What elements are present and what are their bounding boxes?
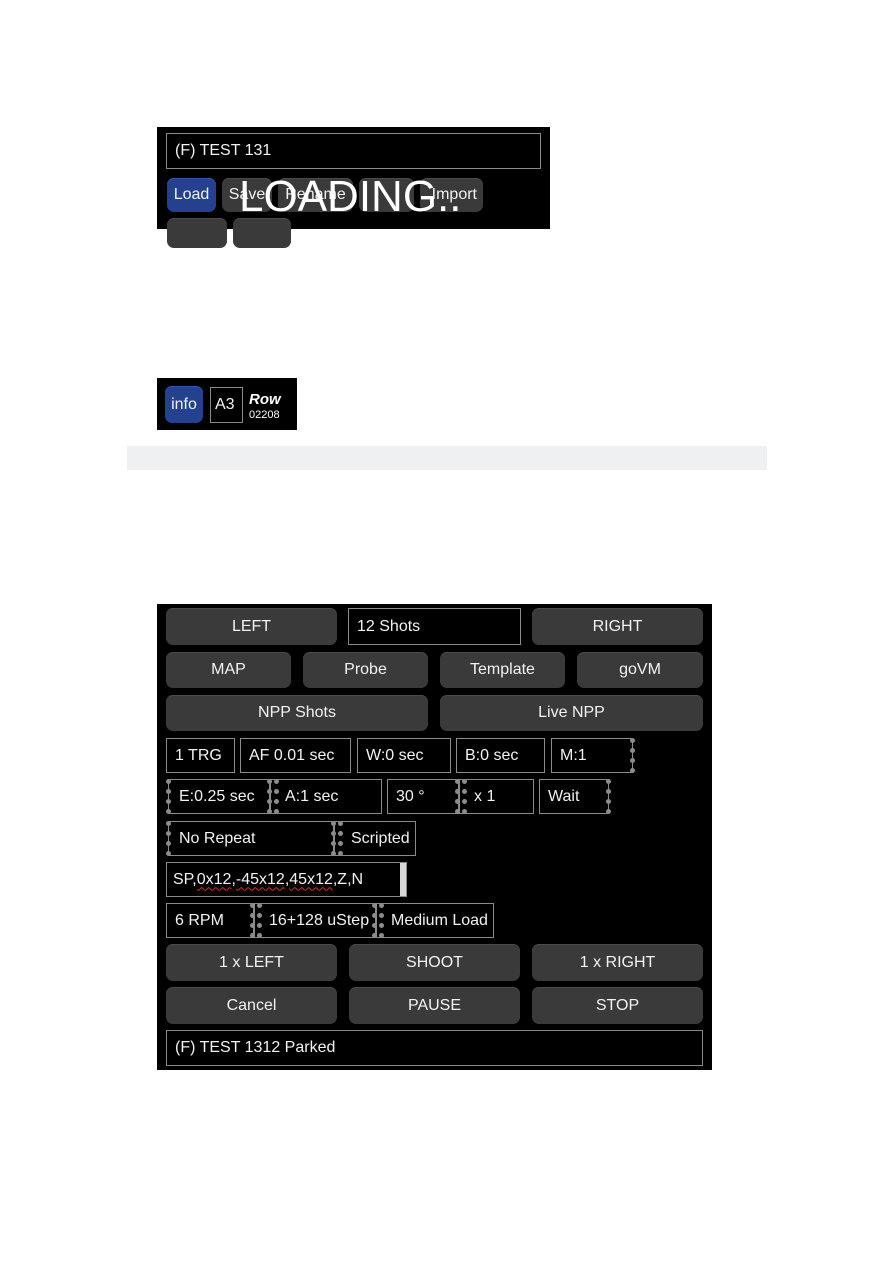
mode-drag-handle[interactable]	[630, 738, 636, 773]
pause-button[interactable]: PAUSE	[349, 987, 520, 1024]
microstep-load-drag-handle[interactable]	[372, 903, 384, 938]
filename-text: (F) TEST 131	[175, 142, 272, 159]
cancel-label: Cancel	[226, 996, 277, 1014]
trigger-field[interactable]: 1 TRG	[166, 738, 235, 773]
wait-time-field[interactable]: W:0 sec	[357, 738, 451, 773]
microstep-value: 16+128 uStep	[269, 911, 370, 929]
status-field: (F) TEST 1312 Parked	[166, 1030, 703, 1066]
speed-microstep-drag-handle[interactable]	[250, 903, 262, 938]
mode-value: M:1	[560, 746, 587, 764]
row-value: 02208	[249, 409, 280, 421]
control-panel: LEFT 12 Shots RIGHT MAP Probe Template g…	[157, 604, 712, 1070]
angle-field[interactable]: 30 °	[387, 779, 459, 814]
script-part-2: -45x12	[235, 870, 285, 888]
shots-field[interactable]: 12 Shots	[348, 608, 521, 645]
right-label: RIGHT	[592, 617, 643, 635]
left-button[interactable]: LEFT	[166, 608, 337, 645]
pause-label: PAUSE	[407, 996, 462, 1014]
exposure-drag-handle-left[interactable]	[166, 779, 172, 814]
stop-button[interactable]: STOP	[532, 987, 703, 1024]
shoot-button[interactable]: SHOOT	[349, 944, 520, 981]
info-panel: info A3 Row 02208	[157, 378, 297, 430]
multiplier-value: x 1	[474, 787, 496, 805]
right-button[interactable]: RIGHT	[532, 608, 703, 645]
cell-field[interactable]: A3	[210, 387, 243, 423]
step-right-button[interactable]: 1 x RIGHT	[532, 944, 703, 981]
status-text: (F) TEST 1312 Parked	[175, 1039, 336, 1056]
af-field[interactable]: AF 0.01 sec	[240, 738, 351, 773]
file-panel: (F) TEST 131 Load Save Rename Import LOA…	[157, 127, 550, 248]
live-npp-button[interactable]: Live NPP	[440, 695, 703, 731]
type-value: Scripted	[351, 829, 410, 847]
loading-overlay: LOADING..	[239, 172, 462, 221]
shoot-label: SHOOT	[406, 953, 463, 971]
exposure-value: E:0.25 sec	[179, 787, 255, 805]
step-left-button[interactable]: 1 x LEFT	[166, 944, 337, 981]
script-suffix: ,Z,N	[332, 870, 364, 888]
bulb-field[interactable]: B:0 sec	[456, 738, 545, 773]
npp-shots-button[interactable]: NPP Shots	[166, 695, 428, 731]
template-label: Template	[470, 661, 535, 678]
repeat-value: No Repeat	[179, 829, 256, 847]
after-value: A:1 sec	[285, 787, 339, 805]
type-field[interactable]: Scripted	[334, 821, 416, 856]
cancel-button[interactable]: Cancel	[166, 987, 337, 1024]
template-button[interactable]: Template	[440, 652, 565, 688]
wait-time-value: W:0 sec	[366, 746, 424, 764]
script-prefix: SP,	[173, 870, 197, 888]
govm-button[interactable]: goVM	[577, 652, 703, 688]
load-label: Load	[173, 186, 210, 203]
map-label: MAP	[211, 661, 246, 678]
load-button[interactable]: Load	[167, 178, 216, 212]
shots-value: 12 Shots	[357, 618, 421, 635]
probe-button[interactable]: Probe	[303, 652, 428, 688]
wait-value: Wait	[548, 787, 580, 805]
row2-button-2[interactable]	[233, 218, 291, 248]
map-button[interactable]: MAP	[166, 652, 291, 688]
separator-bar	[127, 446, 767, 470]
bulb-value: B:0 sec	[465, 746, 519, 764]
multiplier-field[interactable]: x 1	[459, 779, 534, 814]
after-field[interactable]: A:1 sec	[270, 779, 382, 814]
speed-value: 6 RPM	[175, 911, 224, 929]
info-label: info	[171, 395, 197, 413]
exposure-field[interactable]: E:0.25 sec	[168, 779, 270, 814]
trigger-value: 1 TRG	[175, 746, 222, 764]
script-textarea[interactable]: SP, 0x12, -45x12, 45x12 ,Z,N	[166, 862, 407, 897]
script-part-3: 45x12	[289, 870, 333, 888]
cell-value: A3	[215, 396, 235, 413]
wait-drag-handle[interactable]	[606, 779, 612, 814]
af-value: AF 0.01 sec	[249, 746, 335, 764]
angle-value: 30 °	[396, 787, 425, 805]
npp-shots-label: NPP Shots	[258, 704, 336, 721]
row-label: Row	[249, 391, 281, 408]
govm-label: goVM	[619, 661, 661, 678]
mode-field[interactable]: M:1	[551, 738, 633, 773]
microstep-field[interactable]: 16+128 uStep	[254, 903, 376, 938]
live-npp-label: Live NPP	[538, 704, 605, 721]
load-type-field[interactable]: Medium Load	[376, 903, 494, 938]
info-button[interactable]: info	[165, 386, 203, 423]
script-scrollbar[interactable]	[400, 863, 406, 896]
exposure-after-drag-handle[interactable]	[267, 779, 279, 814]
repeat-field[interactable]: No Repeat	[168, 821, 334, 856]
probe-label: Probe	[344, 661, 387, 678]
script-part-1: 0x12	[196, 870, 232, 888]
filename-field[interactable]: (F) TEST 131	[166, 133, 541, 169]
row2-button-1[interactable]	[167, 218, 227, 248]
repeat-drag-handle-left[interactable]	[166, 821, 172, 856]
left-label: LEFT	[231, 617, 272, 635]
stop-label: STOP	[595, 996, 640, 1014]
step-right-label: 1 x RIGHT	[579, 953, 656, 971]
step-left-label: 1 x LEFT	[219, 953, 284, 971]
angle-multiplier-drag-handle[interactable]	[455, 779, 467, 814]
repeat-type-drag-handle[interactable]	[331, 821, 343, 856]
wait-field[interactable]: Wait	[539, 779, 609, 814]
speed-field[interactable]: 6 RPM	[166, 903, 254, 938]
load-type-value: Medium Load	[391, 911, 488, 929]
